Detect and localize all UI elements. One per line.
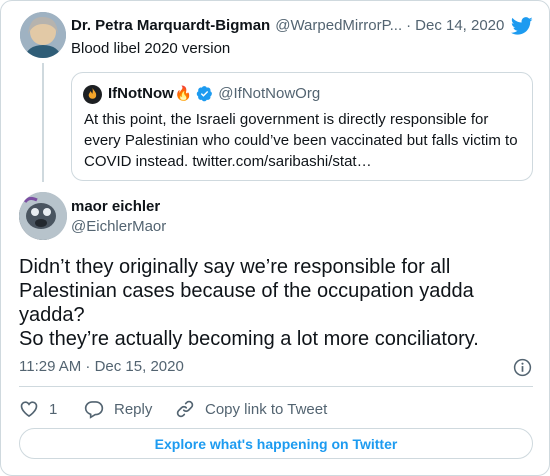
parent-author-avatar[interactable] bbox=[20, 12, 66, 58]
like-count: 1 bbox=[49, 400, 58, 418]
main-tweet-line: Didn’t they originally say we’re respons… bbox=[19, 256, 474, 326]
copy-link-button[interactable]: Copy link to Tweet bbox=[175, 398, 327, 420]
parent-tweet-text: Blood libel 2020 version bbox=[71, 40, 231, 57]
info-icon[interactable] bbox=[513, 358, 532, 377]
parent-author-name[interactable]: Dr. Petra Marquardt-Bigman bbox=[71, 17, 270, 34]
copy-link-label: Copy link to Tweet bbox=[205, 400, 328, 418]
quoted-author-name: IfNotNow bbox=[108, 85, 174, 102]
link-icon bbox=[176, 400, 194, 418]
header-separator: · bbox=[406, 17, 412, 34]
divider bbox=[19, 386, 533, 387]
heart-icon bbox=[20, 401, 38, 418]
like-button[interactable]: 1 bbox=[19, 398, 57, 420]
main-tweet-text: Didn’t they originally say we’re respons… bbox=[19, 255, 534, 351]
quoted-tweet-text: At this point, the Israeli government is… bbox=[84, 111, 518, 170]
quoted-author-avatar bbox=[83, 85, 102, 104]
fire-emoji: 🔥 bbox=[174, 85, 193, 101]
ifnotnow-logo-icon bbox=[88, 88, 97, 99]
quoted-tweet[interactable]: IfNotNow 🔥 @IfNotNowOrg At this point, t… bbox=[71, 72, 533, 181]
parent-author-handle[interactable]: @WarpedMirrorP... bbox=[275, 17, 402, 34]
parent-tweet-date[interactable]: Dec 14, 2020 bbox=[415, 17, 504, 34]
tweet-timestamp[interactable]: 11:29 AM · Dec 15, 2020 bbox=[19, 358, 184, 375]
verified-badge-icon bbox=[197, 86, 213, 102]
parent-tweet-header: Dr. Petra Marquardt-Bigman @WarpedMirror… bbox=[71, 17, 533, 39]
twitter-bird-icon[interactable] bbox=[510, 15, 534, 37]
thread-connector-line bbox=[42, 63, 44, 182]
quoted-author-handle: @IfNotNowOrg bbox=[218, 85, 321, 102]
main-author-avatar[interactable] bbox=[19, 192, 67, 240]
tweet-embed-card: Dr. Petra Marquardt-Bigman @WarpedMirror… bbox=[0, 0, 550, 476]
explore-twitter-button[interactable]: Explore what's happening on Twitter bbox=[19, 428, 533, 459]
reply-label: Reply bbox=[114, 400, 153, 418]
reply-bubble-icon bbox=[84, 401, 104, 419]
reply-button[interactable]: Reply bbox=[84, 398, 152, 420]
main-author-name[interactable]: maor eichler bbox=[71, 198, 160, 215]
main-tweet-line: So they’re actually becoming a lot more … bbox=[19, 328, 479, 350]
main-author-handle[interactable]: @EichlerMaor bbox=[71, 218, 166, 235]
quoted-tweet-header: IfNotNow 🔥 @IfNotNowOrg bbox=[108, 85, 320, 102]
